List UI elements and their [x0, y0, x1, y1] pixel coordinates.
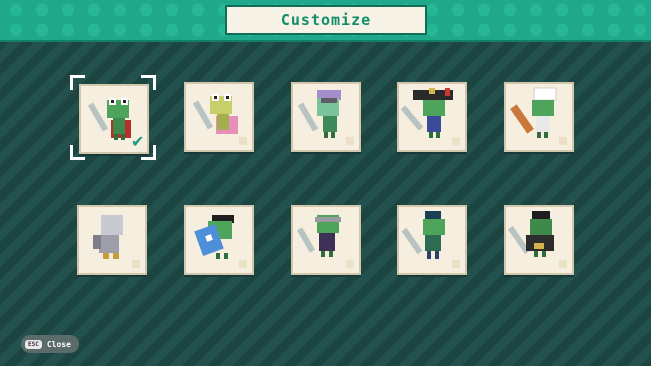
costume-card-9[interactable]: [397, 205, 467, 275]
close-hint-button[interactable]: ESC Close: [21, 335, 79, 353]
page-title: Customize: [280, 11, 372, 29]
close-label: Close: [46, 339, 71, 349]
locked-indicator: [239, 137, 247, 145]
costume-card-4[interactable]: [397, 82, 467, 152]
locked-indicator: [346, 137, 354, 145]
costume-card-5[interactable]: [504, 82, 574, 152]
costume-card-10[interactable]: [504, 205, 574, 275]
locked-indicator: [452, 260, 460, 268]
costume-card-2[interactable]: [184, 82, 254, 152]
esc-key-icon: ESC: [25, 339, 42, 349]
costume-card-8[interactable]: [291, 205, 361, 275]
locked-indicator: [239, 260, 247, 268]
locked-indicator: [346, 260, 354, 268]
checkmark-icon: ✔: [131, 132, 145, 151]
locked-indicator: [559, 137, 567, 145]
locked-indicator: [132, 260, 140, 268]
locked-indicator: [559, 260, 567, 268]
costume-card-6[interactable]: [77, 205, 147, 275]
locked-indicator: [452, 137, 460, 145]
costume-card-7[interactable]: [184, 205, 254, 275]
costume-card-3[interactable]: [291, 82, 361, 152]
title-banner: Customize: [225, 5, 427, 35]
